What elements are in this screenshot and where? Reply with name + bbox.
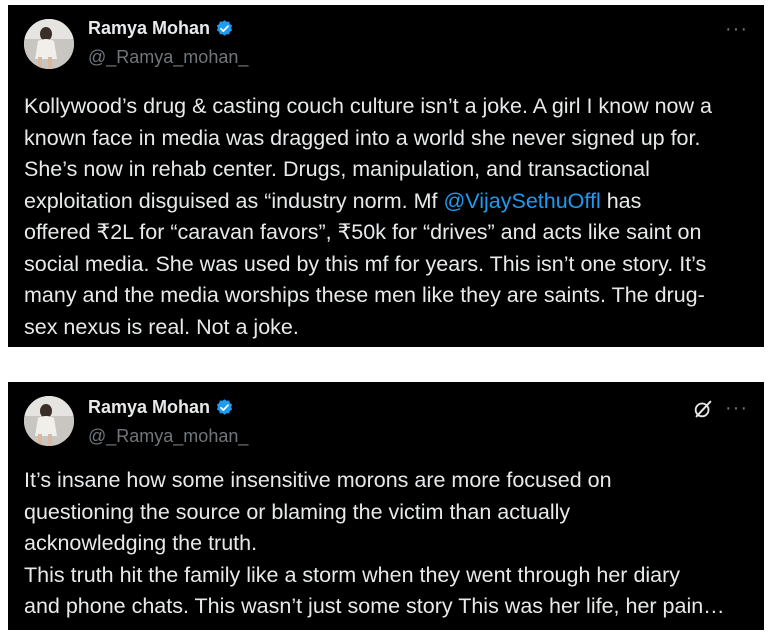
tweet-text-segment: exploitation disguised as “industry norm… [24, 188, 444, 213]
tweet-text-line: It’s insane how some insensitive morons … [24, 468, 612, 492]
tweet-text-line: Kollywood’s drug & casting couch culture… [24, 94, 712, 118]
tweet-text-line: offered ₹2L for “caravan favors”, ₹50k f… [24, 220, 702, 244]
tweet-text-line: acknowledging the truth. [24, 531, 258, 555]
verified-badge-icon [215, 19, 234, 38]
tweet-text-line: many and the media worships these men li… [24, 283, 705, 307]
tweet-card-2[interactable]: Ramya Mohan @_Ramya_mohan_ ··· It’s insa… [8, 382, 764, 630]
tweet-text-segment: has [600, 188, 642, 213]
tweet-text-line: questioning the source or blaming the vi… [24, 499, 571, 524]
tweet-text-line: She’s now in rehab center. Drugs, manipu… [24, 157, 650, 181]
more-options-icon[interactable]: ··· [725, 19, 748, 39]
more-options-icon[interactable]: ··· [725, 398, 748, 418]
tweet-text: It’s insane how some insensitive morons … [24, 465, 750, 623]
tweet-text-line: sex nexus is real. Not a joke. [24, 314, 299, 339]
tweet-text-line: social media. She was used by this mf fo… [24, 251, 707, 276]
author-handle[interactable]: @_Ramya_mohan_ [88, 426, 248, 447]
grok-icon[interactable] [692, 398, 714, 420]
avatar[interactable] [24, 19, 74, 69]
tweet-text: Kollywood’s drug & casting couch culture… [24, 91, 750, 343]
author-handle[interactable]: @_Ramya_mohan_ [88, 47, 248, 68]
verified-badge-icon [215, 398, 234, 417]
mention-link[interactable]: @VijaySethuOffl [443, 189, 600, 213]
author-name[interactable]: Ramya Mohan [88, 397, 210, 418]
tweet-card-1[interactable]: Ramya Mohan @_Ramya_mohan_ ··· Kollywood… [8, 5, 764, 347]
tweet-text-line: exploitation disguised as “industry norm… [24, 186, 750, 218]
tweet-text-line: and phone chats. This wasn’t just some s… [24, 594, 725, 618]
tweet-text-line: This truth hit the family like a storm w… [24, 562, 681, 587]
avatar[interactable] [24, 396, 74, 446]
tweet-text-line: known face in media was dragged into a w… [24, 125, 701, 150]
author-name[interactable]: Ramya Mohan [88, 18, 210, 39]
